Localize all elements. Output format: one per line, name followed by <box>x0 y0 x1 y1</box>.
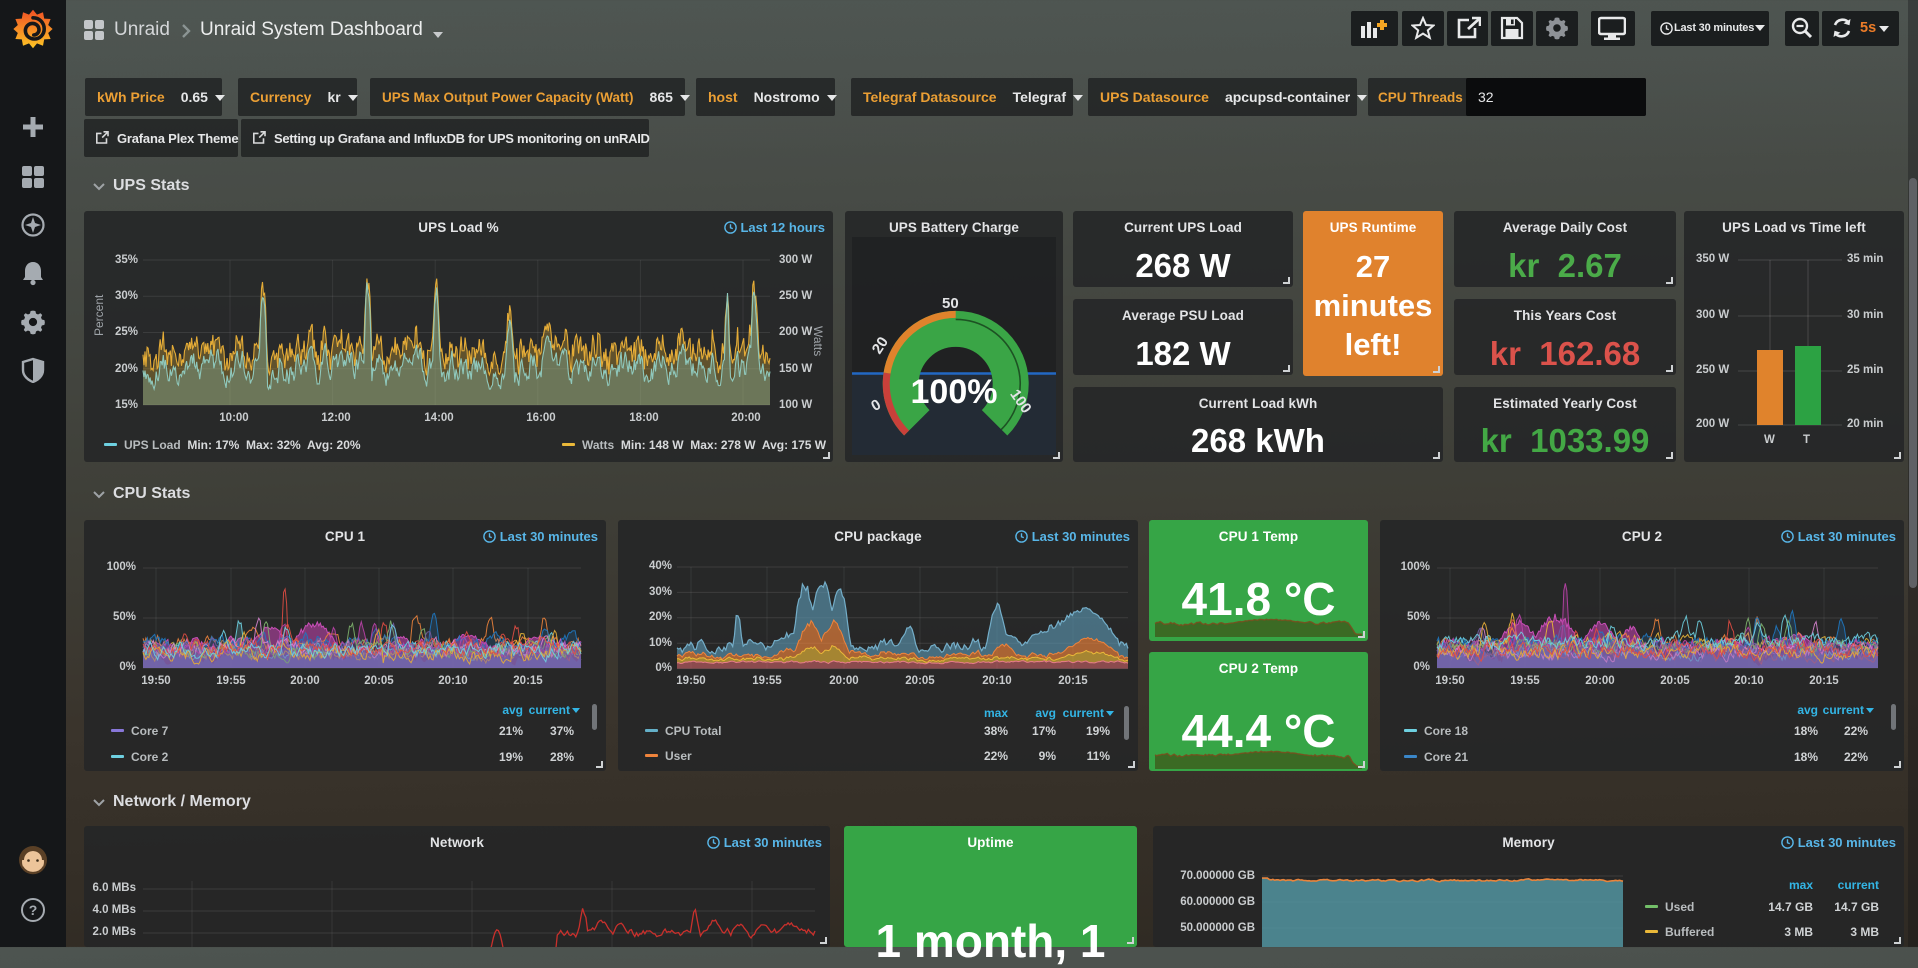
svg-text:?: ? <box>29 902 38 918</box>
